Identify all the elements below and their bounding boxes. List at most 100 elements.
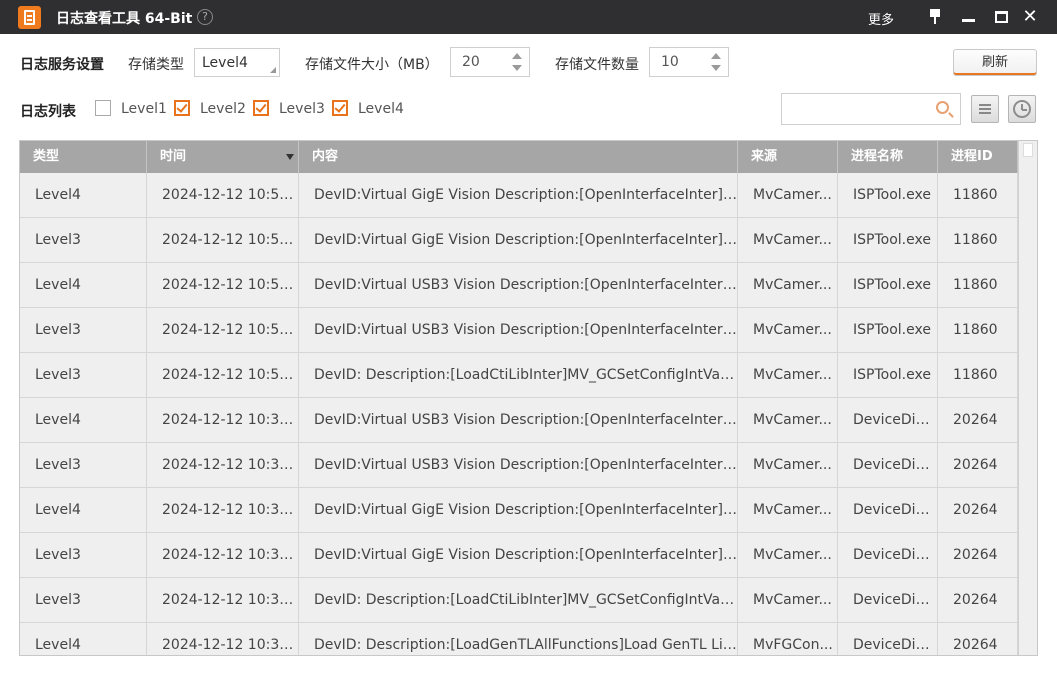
column-header-process-name[interactable]: 进程名称: [838, 141, 938, 173]
pin-icon[interactable]: [928, 9, 942, 25]
table-row[interactable]: Level4 2024-12-12 10:39:... DevID:Virtual …: [20, 398, 1018, 443]
level2-checkbox[interactable]: [174, 100, 190, 116]
level1-checkbox[interactable]: [95, 100, 111, 116]
vertical-scrollbar[interactable]: [1018, 141, 1037, 655]
clock-icon: [1013, 100, 1031, 118]
refresh-button[interactable]: 刷新: [953, 49, 1037, 76]
spin-up-icon[interactable]: [711, 53, 721, 59]
minimize-icon[interactable]: [962, 19, 975, 22]
search-input[interactable]: [782, 94, 932, 124]
file-size-label: 存储文件大小（MB）: [305, 57, 439, 73]
table-row[interactable]: Level3 2024-12-12 10:50:... DevID:Virtual …: [20, 308, 1018, 353]
table-cell: DevID: Description:[LoadGenTLAllFunction…: [299, 623, 738, 655]
table-cell: 2024-12-12 10:39:...: [147, 533, 299, 578]
column-header-process-id[interactable]: 进程ID: [938, 141, 1018, 173]
storage-type-select[interactable]: Level4: [194, 48, 280, 77]
table-cell: MvCamer...: [738, 578, 838, 623]
level1-label[interactable]: Level1: [121, 101, 167, 117]
spin-up-icon[interactable]: [512, 53, 522, 59]
table-cell: MvCamer...: [738, 263, 838, 308]
level4-checkbox[interactable]: [332, 100, 348, 116]
column-header-type[interactable]: 类型: [20, 141, 147, 173]
file-count-spinbox[interactable]: 10: [649, 47, 729, 77]
column-header-time-label: 时间: [160, 149, 187, 164]
level3-label[interactable]: Level3: [279, 101, 325, 117]
table-row[interactable]: Level3 2024-12-12 10:39:... DevID: Descrip…: [20, 578, 1018, 623]
table-cell: MvCamer...: [738, 533, 838, 578]
spin-down-icon[interactable]: [512, 65, 522, 71]
table-cell: 11860: [938, 218, 1018, 263]
table-cell: DevID:Virtual GigE Vision Description:[O…: [299, 173, 738, 218]
table-cell: 2024-12-12 10:39:...: [147, 488, 299, 533]
table-cell: MvFGCon...: [738, 623, 838, 655]
column-header-time[interactable]: 时间: [147, 141, 299, 173]
log-list-label: 日志列表: [20, 104, 76, 120]
table-cell: 11860: [938, 263, 1018, 308]
table-cell: 11860: [938, 173, 1018, 218]
sort-descending-icon: [286, 154, 294, 160]
more-menu-button[interactable]: 更多: [868, 9, 894, 28]
table-cell: ISPTool.exe: [838, 353, 938, 398]
level4-label[interactable]: Level4: [358, 101, 404, 117]
table-cell: 20264: [938, 533, 1018, 578]
table-row[interactable]: Level4 2024-12-12 10:39:... DevID:Virtual …: [20, 488, 1018, 533]
search-icon[interactable]: [936, 101, 949, 114]
close-icon[interactable]: ✕: [1022, 8, 1038, 26]
table-cell: 20264: [938, 398, 1018, 443]
table-cell: ISPTool.exe: [838, 173, 938, 218]
table-cell: DeviceDia...: [838, 578, 938, 623]
search-box[interactable]: [781, 93, 961, 125]
table-row[interactable]: Level3 2024-12-12 10:50:... DevID:Virtual …: [20, 218, 1018, 263]
table-row[interactable]: Level3 2024-12-12 10:39:... DevID:Virtual …: [20, 443, 1018, 488]
table-cell: 2024-12-12 10:39:...: [147, 398, 299, 443]
table-cell: DeviceDia...: [838, 533, 938, 578]
storage-type-value: Level4: [202, 55, 248, 71]
table-cell: 2024-12-12 10:50:...: [147, 263, 299, 308]
table-cell: 2024-12-12 10:39:...: [147, 623, 299, 655]
log-table: 类型 时间 内容 来源 进程名称 进程ID Level4 2024-12-12 1…: [19, 140, 1038, 656]
table-row[interactable]: Level3 2024-12-12 10:50:... DevID: Descrip…: [20, 353, 1018, 398]
table-cell: DeviceDia...: [838, 398, 938, 443]
table-cell: Level3: [20, 353, 147, 398]
table-cell: MvCamer...: [738, 218, 838, 263]
table-cell: DevID:Virtual USB3 Vision Description:[O…: [299, 443, 738, 488]
storage-type-label: 存储类型: [128, 57, 184, 73]
help-icon[interactable]: ?: [197, 9, 213, 25]
history-button[interactable]: [1008, 95, 1036, 123]
level2-label[interactable]: Level2: [200, 101, 246, 117]
file-size-value: 20: [462, 54, 480, 70]
table-cell: Level3: [20, 578, 147, 623]
table-cell: MvCamer...: [738, 353, 838, 398]
table-row[interactable]: Level4 2024-12-12 10:50:... DevID:Virtual …: [20, 173, 1018, 218]
table-cell: ISPTool.exe: [838, 218, 938, 263]
table-row[interactable]: Level3 2024-12-12 10:39:... DevID:Virtual …: [20, 533, 1018, 578]
file-size-spinbox[interactable]: 20: [450, 47, 530, 77]
table-cell: Level3: [20, 443, 147, 488]
table-cell: MvCamer...: [738, 398, 838, 443]
table-row[interactable]: Level4 2024-12-12 10:50:... DevID:Virtual …: [20, 263, 1018, 308]
title-bar: 日志查看工具 64-Bit ? 更多 ✕: [0, 0, 1057, 34]
app-log-icon: [18, 6, 41, 29]
table-cell: ISPTool.exe: [838, 263, 938, 308]
table-body: Level4 2024-12-12 10:50:... DevID:Virtual …: [20, 173, 1018, 655]
column-header-content[interactable]: 内容: [299, 141, 738, 173]
table-cell: Level3: [20, 308, 147, 353]
scrollbar-thumb[interactable]: [1023, 143, 1033, 157]
list-view-button[interactable]: [971, 95, 999, 123]
table-cell: 11860: [938, 308, 1018, 353]
table-row[interactable]: Level4 2024-12-12 10:39:... DevID: Descrip…: [20, 623, 1018, 655]
table-cell: MvCamer...: [738, 443, 838, 488]
table-cell: DevID: Description:[LoadCtiLibInter]MV_G…: [299, 578, 738, 623]
file-count-label: 存储文件数量: [555, 57, 639, 73]
column-header-source[interactable]: 来源: [738, 141, 838, 173]
table-cell: ISPTool.exe: [838, 308, 938, 353]
table-cell: Level4: [20, 488, 147, 533]
table-cell: 11860: [938, 353, 1018, 398]
table-cell: DevID:Virtual GigE Vision Description:[O…: [299, 488, 738, 533]
maximize-icon[interactable]: [995, 11, 1008, 23]
list-icon: [979, 104, 991, 106]
spin-down-icon[interactable]: [711, 65, 721, 71]
table-cell: DevID: Description:[LoadCtiLibInter]MV_G…: [299, 353, 738, 398]
level3-checkbox[interactable]: [253, 100, 269, 116]
table-cell: 2024-12-12 10:39:...: [147, 578, 299, 623]
